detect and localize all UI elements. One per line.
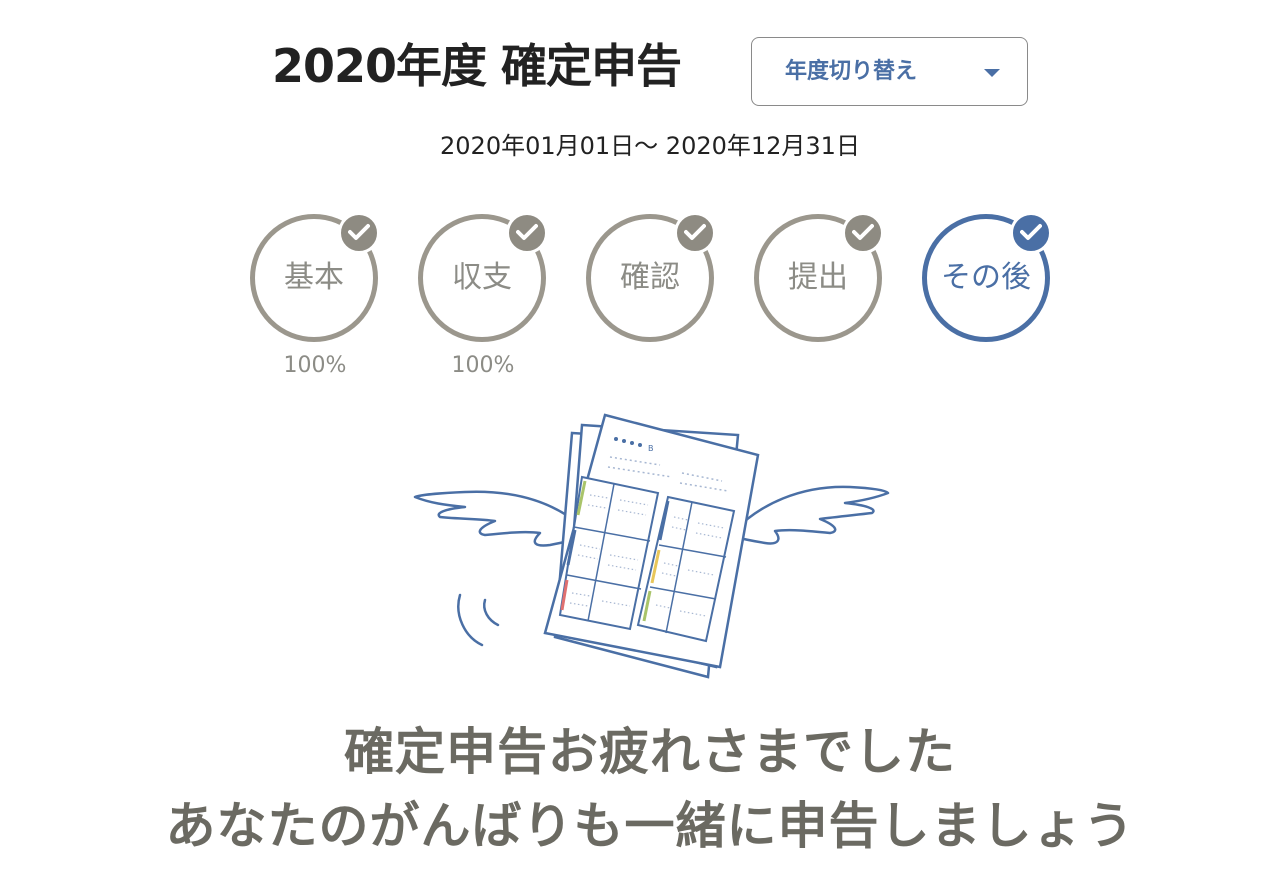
winged-tax-return-icon: B (413, 413, 890, 679)
progress-steps: 基本 100% 収支 100% 確認 提出 その後 (0, 0, 1278, 400)
step-progress: 100% (451, 353, 515, 378)
check-icon (506, 212, 548, 254)
step-after: その後 (922, 212, 1056, 384)
flying-documents-illustration: B (410, 405, 900, 695)
check-icon (674, 212, 716, 254)
completion-message-line2: あなたのがんばりも一緒に申告しましょう (165, 797, 1135, 855)
step-confirm: 確認 (586, 212, 720, 384)
step-label: 提出 (788, 260, 848, 295)
step-label: 収支 (452, 260, 512, 295)
step-submit: 提出 (754, 212, 888, 384)
step-basic: 基本 100% (250, 212, 384, 384)
step-progress: 100% (283, 353, 347, 378)
step-label: 基本 (284, 260, 344, 295)
completion-message: 確定申告お疲れさまでした あなたのがんばりも一緒に申告しましょう (0, 715, 1278, 863)
check-icon (1010, 212, 1052, 254)
step-label: 確認 (620, 260, 680, 295)
step-income-expense: 収支 100% (418, 212, 552, 384)
document-marker: B (648, 444, 654, 453)
step-label: その後 (941, 260, 1031, 295)
check-icon (842, 212, 884, 254)
completion-message-line1: 確定申告お疲れさまでした (344, 723, 956, 781)
check-icon (338, 212, 380, 254)
